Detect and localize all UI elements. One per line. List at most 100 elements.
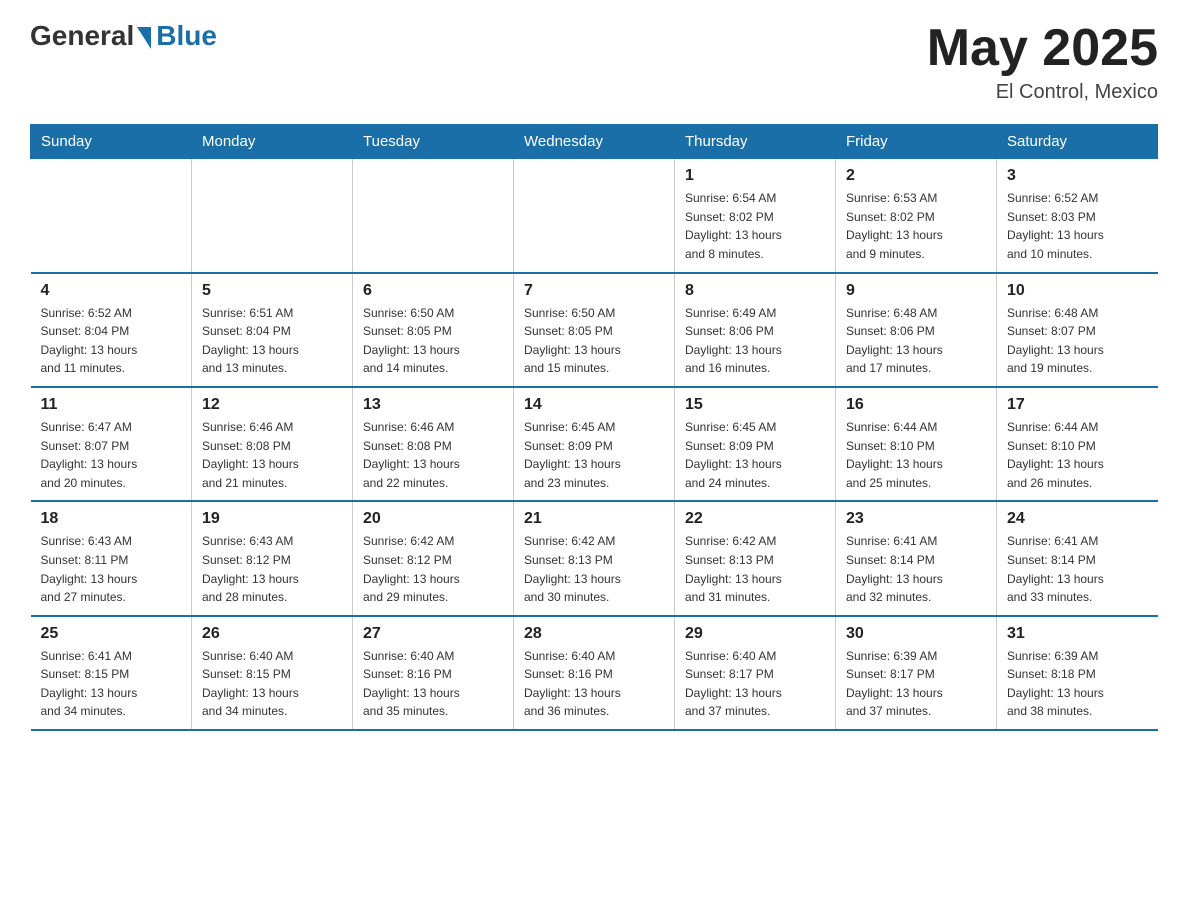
day-info: Sunrise: 6:40 AM Sunset: 8:16 PM Dayligh… (524, 647, 664, 721)
day-info: Sunrise: 6:51 AM Sunset: 8:04 PM Dayligh… (202, 304, 342, 378)
day-number: 8 (685, 282, 825, 300)
calendar-cell (514, 159, 675, 273)
day-number: 31 (1007, 625, 1148, 643)
weekday-header-row: SundayMondayTuesdayWednesdayThursdayFrid… (31, 125, 1158, 159)
day-info: Sunrise: 6:39 AM Sunset: 8:17 PM Dayligh… (846, 647, 986, 721)
day-info: Sunrise: 6:50 AM Sunset: 8:05 PM Dayligh… (363, 304, 503, 378)
day-info: Sunrise: 6:48 AM Sunset: 8:07 PM Dayligh… (1007, 304, 1148, 378)
weekday-header-friday: Friday (836, 125, 997, 159)
calendar-cell: 7 Sunrise: 6:50 AM Sunset: 8:05 PM Daylig… (514, 273, 675, 387)
day-info: Sunrise: 6:45 AM Sunset: 8:09 PM Dayligh… (685, 418, 825, 492)
calendar-cell: 5 Sunrise: 6:51 AM Sunset: 8:04 PM Daylig… (192, 273, 353, 387)
day-info: Sunrise: 6:44 AM Sunset: 8:10 PM Dayligh… (846, 418, 986, 492)
calendar-week-row: 18 Sunrise: 6:43 AM Sunset: 8:11 PM Dayli… (31, 501, 1158, 615)
day-number: 23 (846, 510, 986, 528)
day-number: 20 (363, 510, 503, 528)
day-number: 12 (202, 396, 342, 414)
calendar-cell: 16Sunrise: 6:44 AM Sunset: 8:10 PM Dayli… (836, 387, 997, 501)
day-number: 25 (41, 625, 182, 643)
calendar-cell: 21 Sunrise: 6:42 AM Sunset: 8:13 PM Dayli… (514, 501, 675, 615)
calendar-cell: 2Sunrise: 6:53 AM Sunset: 8:02 PM Daylig… (836, 159, 997, 273)
logo-triangle-icon (137, 27, 151, 49)
month-title: May 2025 (927, 20, 1158, 77)
day-info: Sunrise: 6:52 AM Sunset: 8:04 PM Dayligh… (41, 304, 182, 378)
weekday-header-thursday: Thursday (675, 125, 836, 159)
logo-general-text: General (30, 20, 134, 52)
calendar-cell: 13 Sunrise: 6:46 AM Sunset: 8:08 PM Dayli… (353, 387, 514, 501)
calendar-cell: 29 Sunrise: 6:40 AM Sunset: 8:17 PM Dayli… (675, 616, 836, 730)
day-info: Sunrise: 6:52 AM Sunset: 8:03 PM Dayligh… (1007, 189, 1148, 263)
day-number: 15 (685, 396, 825, 414)
calendar-cell: 24Sunrise: 6:41 AM Sunset: 8:14 PM Dayli… (997, 501, 1158, 615)
calendar-cell: 25 Sunrise: 6:41 AM Sunset: 8:15 PM Dayli… (31, 616, 192, 730)
page-header: General Blue May 2025 El Control, Mexico (30, 20, 1158, 104)
weekday-header-wednesday: Wednesday (514, 125, 675, 159)
day-info: Sunrise: 6:43 AM Sunset: 8:12 PM Dayligh… (202, 532, 342, 606)
day-info: Sunrise: 6:47 AM Sunset: 8:07 PM Dayligh… (41, 418, 182, 492)
calendar-cell: 14 Sunrise: 6:45 AM Sunset: 8:09 PM Dayli… (514, 387, 675, 501)
calendar-week-row: 11 Sunrise: 6:47 AM Sunset: 8:07 PM Dayli… (31, 387, 1158, 501)
day-info: Sunrise: 6:40 AM Sunset: 8:16 PM Dayligh… (363, 647, 503, 721)
day-info: Sunrise: 6:53 AM Sunset: 8:02 PM Dayligh… (846, 189, 986, 263)
calendar-cell (353, 159, 514, 273)
day-info: Sunrise: 6:43 AM Sunset: 8:11 PM Dayligh… (41, 532, 182, 606)
day-number: 22 (685, 510, 825, 528)
calendar-cell: 6 Sunrise: 6:50 AM Sunset: 8:05 PM Daylig… (353, 273, 514, 387)
calendar-cell: 3 Sunrise: 6:52 AM Sunset: 8:03 PM Daylig… (997, 159, 1158, 273)
day-info: Sunrise: 6:54 AM Sunset: 8:02 PM Dayligh… (685, 189, 825, 263)
calendar-cell: 31 Sunrise: 6:39 AM Sunset: 8:18 PM Dayli… (997, 616, 1158, 730)
calendar-cell: 12Sunrise: 6:46 AM Sunset: 8:08 PM Dayli… (192, 387, 353, 501)
day-number: 29 (685, 625, 825, 643)
day-info: Sunrise: 6:40 AM Sunset: 8:15 PM Dayligh… (202, 647, 342, 721)
day-info: Sunrise: 6:42 AM Sunset: 8:13 PM Dayligh… (685, 532, 825, 606)
day-number: 28 (524, 625, 664, 643)
day-info: Sunrise: 6:45 AM Sunset: 8:09 PM Dayligh… (524, 418, 664, 492)
day-info: Sunrise: 6:41 AM Sunset: 8:15 PM Dayligh… (41, 647, 182, 721)
day-number: 30 (846, 625, 986, 643)
day-number: 27 (363, 625, 503, 643)
day-number: 19 (202, 510, 342, 528)
calendar-cell: 30 Sunrise: 6:39 AM Sunset: 8:17 PM Dayli… (836, 616, 997, 730)
day-number: 26 (202, 625, 342, 643)
day-number: 11 (41, 396, 182, 414)
day-number: 6 (363, 282, 503, 300)
day-number: 7 (524, 282, 664, 300)
day-info: Sunrise: 6:48 AM Sunset: 8:06 PM Dayligh… (846, 304, 986, 378)
calendar-cell: 23 Sunrise: 6:41 AM Sunset: 8:14 PM Dayli… (836, 501, 997, 615)
day-info: Sunrise: 6:42 AM Sunset: 8:13 PM Dayligh… (524, 532, 664, 606)
day-info: Sunrise: 6:40 AM Sunset: 8:17 PM Dayligh… (685, 647, 825, 721)
day-number: 21 (524, 510, 664, 528)
day-number: 10 (1007, 282, 1148, 300)
calendar-cell: 4Sunrise: 6:52 AM Sunset: 8:04 PM Daylig… (31, 273, 192, 387)
calendar-cell: 19 Sunrise: 6:43 AM Sunset: 8:12 PM Dayli… (192, 501, 353, 615)
day-info: Sunrise: 6:46 AM Sunset: 8:08 PM Dayligh… (363, 418, 503, 492)
logo: General Blue (30, 20, 217, 52)
day-number: 13 (363, 396, 503, 414)
calendar-cell: 28 Sunrise: 6:40 AM Sunset: 8:16 PM Dayli… (514, 616, 675, 730)
day-info: Sunrise: 6:42 AM Sunset: 8:12 PM Dayligh… (363, 532, 503, 606)
day-info: Sunrise: 6:39 AM Sunset: 8:18 PM Dayligh… (1007, 647, 1148, 721)
day-number: 1 (685, 167, 825, 185)
calendar-cell: 26 Sunrise: 6:40 AM Sunset: 8:15 PM Dayli… (192, 616, 353, 730)
day-number: 9 (846, 282, 986, 300)
day-info: Sunrise: 6:41 AM Sunset: 8:14 PM Dayligh… (846, 532, 986, 606)
calendar-cell: 20 Sunrise: 6:42 AM Sunset: 8:12 PM Dayli… (353, 501, 514, 615)
day-info: Sunrise: 6:44 AM Sunset: 8:10 PM Dayligh… (1007, 418, 1148, 492)
day-number: 18 (41, 510, 182, 528)
title-section: May 2025 El Control, Mexico (927, 20, 1158, 104)
calendar-table: SundayMondayTuesdayWednesdayThursdayFrid… (30, 124, 1158, 731)
calendar-cell: 11 Sunrise: 6:47 AM Sunset: 8:07 PM Dayli… (31, 387, 192, 501)
calendar-cell: 27 Sunrise: 6:40 AM Sunset: 8:16 PM Dayli… (353, 616, 514, 730)
day-number: 14 (524, 396, 664, 414)
day-number: 5 (202, 282, 342, 300)
day-number: 24 (1007, 510, 1148, 528)
calendar-week-row: 4Sunrise: 6:52 AM Sunset: 8:04 PM Daylig… (31, 273, 1158, 387)
weekday-header-monday: Monday (192, 125, 353, 159)
day-number: 3 (1007, 167, 1148, 185)
logo-blue-text: Blue (156, 20, 217, 52)
day-info: Sunrise: 6:50 AM Sunset: 8:05 PM Dayligh… (524, 304, 664, 378)
day-number: 17 (1007, 396, 1148, 414)
calendar-week-row: 25 Sunrise: 6:41 AM Sunset: 8:15 PM Dayli… (31, 616, 1158, 730)
calendar-cell (31, 159, 192, 273)
calendar-cell: 17 Sunrise: 6:44 AM Sunset: 8:10 PM Dayli… (997, 387, 1158, 501)
